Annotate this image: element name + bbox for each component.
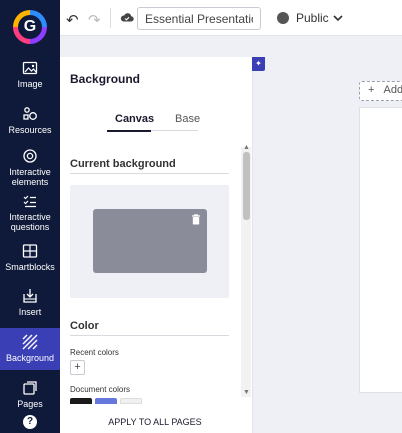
- toolbar-divider: [110, 8, 111, 28]
- presentation-title-input[interactable]: [137, 7, 261, 30]
- redo-icon[interactable]: ↷: [88, 11, 101, 29]
- scroll-down-arrow-icon[interactable]: ▼: [243, 389, 250, 396]
- insert-icon: [23, 289, 37, 303]
- rail-label-smartblocks: Smartblocks: [5, 262, 55, 272]
- rail-label-image: Image: [17, 79, 43, 89]
- globe-icon: [277, 12, 289, 24]
- rail-label-background: Background: [5, 353, 55, 363]
- pin-icon[interactable]: ✦: [252, 57, 265, 71]
- rail-item-smartblocks[interactable]: Smartblocks: [0, 243, 60, 272]
- apply-to-all-pages-button[interactable]: APPLY TO ALL PAGES: [70, 417, 240, 427]
- background-icon: [22, 334, 38, 350]
- rail-item-resources[interactable]: Resources: [0, 106, 60, 135]
- smartblocks-icon: [22, 244, 38, 258]
- rail-item-background[interactable]: Background: [0, 328, 60, 370]
- document-color-swatch[interactable]: [120, 398, 142, 404]
- recent-colors-label: Recent colors: [70, 348, 119, 357]
- scroll-up-arrow-icon[interactable]: ▲: [243, 144, 250, 151]
- left-rail: G Image Resources Interactive elements I…: [0, 0, 60, 433]
- rail-label-interactive-questions: Interactive questions: [9, 212, 51, 232]
- section-divider: [70, 335, 229, 336]
- interactive-elements-icon: [23, 149, 37, 163]
- active-tab-indicator: [107, 130, 151, 132]
- top-bar: ↶ ↷ Public: [60, 0, 402, 36]
- rail-item-interactive-elements[interactable]: Interactive elements: [0, 148, 60, 187]
- current-background-swatch[interactable]: [93, 209, 207, 273]
- chevron-down-icon[interactable]: [332, 12, 344, 24]
- rail-item-insert[interactable]: Insert: [0, 288, 60, 317]
- plus-icon: +: [368, 84, 375, 96]
- color-heading: Color: [70, 320, 99, 332]
- cloud-saved-icon: [120, 13, 134, 22]
- pages-icon: [23, 381, 37, 395]
- logo-letter: G: [23, 18, 37, 35]
- background-panel: Background Canvas Base Current backgroun…: [60, 57, 253, 433]
- help-icon[interactable]: ?: [23, 415, 37, 429]
- add-page-label: Add: [383, 84, 402, 96]
- rail-label-interactive-elements: Interactive elements: [9, 167, 51, 187]
- section-divider: [70, 173, 229, 174]
- resources-icon: [23, 107, 37, 120]
- visibility-selector[interactable]: Public: [296, 11, 329, 25]
- tab-base[interactable]: Base: [175, 113, 200, 125]
- rail-item-pages[interactable]: Pages: [0, 380, 60, 409]
- panel-title: Background: [70, 72, 141, 86]
- current-background-heading: Current background: [70, 158, 176, 170]
- trash-icon[interactable]: [191, 214, 201, 225]
- rail-item-interactive-questions[interactable]: Interactive questions: [0, 193, 60, 232]
- document-colors-label: Document colors: [70, 385, 131, 394]
- rail-item-image[interactable]: Image: [0, 60, 60, 89]
- undo-icon[interactable]: ↶: [66, 11, 79, 29]
- image-icon: [22, 61, 38, 75]
- document-color-swatch[interactable]: [70, 398, 92, 404]
- current-background-preview: [70, 185, 229, 298]
- interactive-questions-icon: [23, 195, 36, 208]
- document-color-swatch[interactable]: [95, 398, 117, 404]
- add-page-button[interactable]: + Add: [359, 81, 402, 101]
- canvas-page[interactable]: [359, 107, 402, 393]
- app: G Image Resources Interactive elements I…: [0, 0, 402, 433]
- rail-label-resources: Resources: [8, 125, 52, 135]
- panel-scrollbar-thumb[interactable]: [243, 152, 250, 220]
- rail-label-pages: Pages: [17, 399, 43, 409]
- rail-label-insert: Insert: [18, 307, 42, 317]
- add-color-button[interactable]: +: [70, 360, 85, 375]
- tab-canvas[interactable]: Canvas: [115, 113, 154, 125]
